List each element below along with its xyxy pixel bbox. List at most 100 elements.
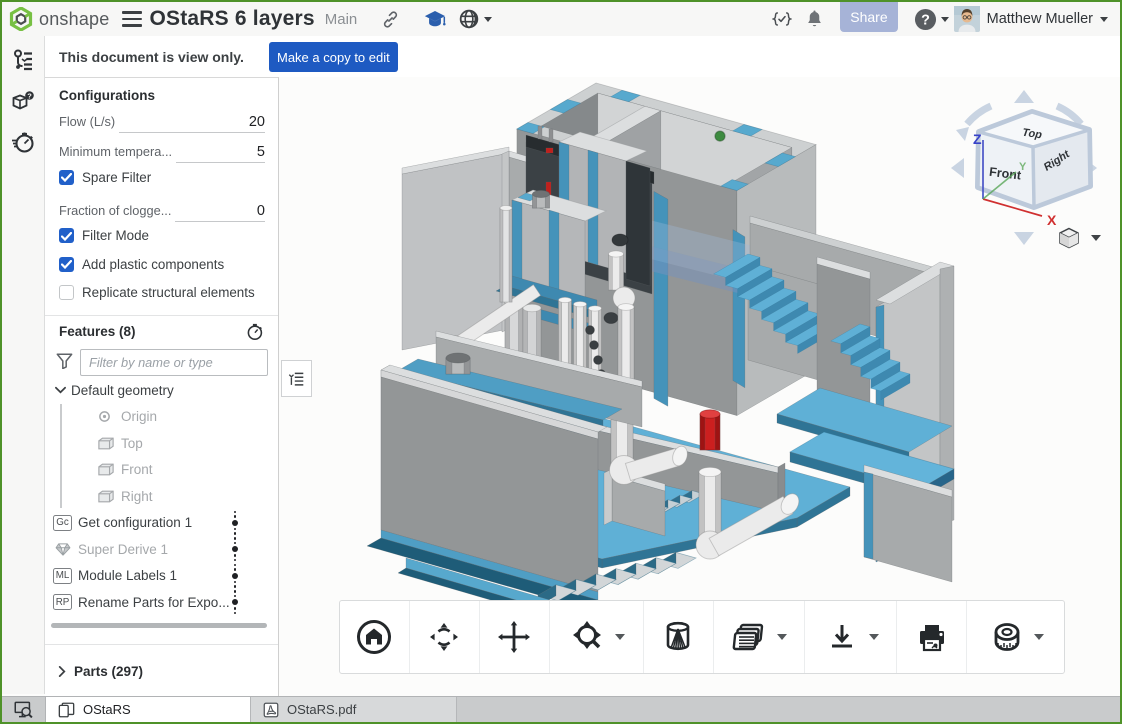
- checkbox-checked[interactable]: [59, 257, 74, 272]
- feature-dots-handle[interactable]: [232, 563, 238, 589]
- main-menu-icon[interactable]: [122, 11, 142, 27]
- tab-pdf[interactable]: OStaRS.pdf: [251, 697, 457, 722]
- feature-row[interactable]: ML Module Labels 1: [45, 563, 278, 590]
- display-mode-caret[interactable]: [1091, 235, 1101, 241]
- config-input-row: Minimum tempera...5: [45, 135, 278, 163]
- pdf-tab-icon: [263, 702, 279, 718]
- rail-where-used-button[interactable]: ?: [11, 77, 35, 118]
- display-mode-cube-icon: [1057, 226, 1081, 250]
- part-studio-tab-icon: [58, 702, 75, 718]
- tool-dropdown-caret[interactable]: [777, 634, 787, 640]
- rail-versions-button[interactable]: [11, 36, 35, 77]
- tab-part-studio[interactable]: OStaRS: [46, 697, 251, 722]
- tab-bar: OStaRS OStaRS.pdf: [2, 696, 1120, 722]
- home-icon: [354, 617, 394, 657]
- feature-dots-handle[interactable]: [232, 510, 238, 536]
- config-checkbox-label: Replicate structural elements: [82, 285, 255, 300]
- checkbox-checked[interactable]: [59, 228, 74, 243]
- tool-home[interactable]: [340, 601, 410, 673]
- config-input-value[interactable]: 20: [119, 114, 265, 133]
- config-checkbox-row[interactable]: Replicate structural elements: [45, 279, 278, 308]
- tool-measure[interactable]: [967, 601, 1064, 673]
- zoom-icon: [568, 617, 608, 657]
- tree-group-default-geometry[interactable]: Default geometry: [45, 377, 278, 404]
- feature-dots-handle[interactable]: [232, 589, 238, 615]
- workspace-name[interactable]: Main: [325, 11, 358, 28]
- tool-orbit[interactable]: [410, 601, 480, 673]
- config-input-row: Flow (L/s)20: [45, 105, 278, 133]
- config-checkbox-label: Add plastic components: [82, 257, 224, 272]
- tree-item[interactable]: Right: [45, 483, 278, 510]
- tool-dropdown-caret[interactable]: [1034, 634, 1044, 640]
- filter-funnel-button[interactable]: [56, 353, 73, 372]
- top-bar: onshape OStaRS 6 layers Main Share ? Mat…: [2, 2, 1120, 36]
- checkbox-checked[interactable]: [59, 170, 74, 185]
- user-menu-caret[interactable]: [1100, 17, 1108, 22]
- topbar-right-group: Share ? Matthew Mueller: [772, 2, 1120, 36]
- tool-print[interactable]: [897, 601, 967, 673]
- tree-twisty[interactable]: [55, 666, 68, 677]
- tree-item[interactable]: Top: [45, 430, 278, 457]
- feature-timer-icon: [245, 322, 264, 341]
- share-button[interactable]: Share: [840, 2, 897, 32]
- versions-history-icon: [11, 48, 35, 72]
- tool-named-views[interactable]: [714, 601, 806, 673]
- display-mode-button[interactable]: [1057, 224, 1117, 252]
- config-input-value[interactable]: 0: [175, 203, 265, 222]
- section-view-icon: [658, 617, 698, 657]
- feature-row[interactable]: Gc Get configuration 1: [45, 510, 278, 537]
- onshape-logo-text[interactable]: onshape: [39, 9, 109, 30]
- config-checkbox-row[interactable]: Filter Mode: [45, 222, 278, 251]
- measure-icon: [987, 617, 1027, 657]
- tool-export[interactable]: [805, 601, 897, 673]
- help-caret[interactable]: [941, 17, 949, 22]
- tool-dropdown-caret[interactable]: [615, 634, 625, 640]
- tool-zoom[interactable]: [550, 601, 644, 673]
- user-name[interactable]: Matthew Mueller: [987, 11, 1093, 27]
- export-icon: [822, 617, 862, 657]
- config-input-label: Flow (L/s): [59, 114, 115, 133]
- feature-list-toggle-button[interactable]: [281, 360, 312, 397]
- config-checkbox-label: Filter Mode: [82, 228, 149, 243]
- tool-dropdown-caret[interactable]: [869, 634, 879, 640]
- feature-row[interactable]: RP Rename Parts for Expo...: [45, 589, 278, 616]
- print-icon: [912, 617, 952, 657]
- orbit-icon: [424, 617, 464, 657]
- features-timer-button[interactable]: [245, 322, 264, 341]
- chevron-down-icon: [55, 386, 66, 394]
- feature-dots-handle[interactable]: [232, 536, 238, 562]
- config-checkbox-row[interactable]: Spare Filter: [45, 163, 278, 192]
- config-input-row: Fraction of clogge...0: [45, 194, 278, 222]
- horizontal-scrollbar[interactable]: [51, 623, 267, 628]
- tab-manager-button[interactable]: [2, 697, 46, 722]
- tool-section-view[interactable]: [644, 601, 714, 673]
- feature-icon-wrap: [53, 543, 72, 556]
- config-checkbox-row[interactable]: Add plastic components: [45, 250, 278, 279]
- tree-twisty[interactable]: [54, 386, 67, 394]
- globe-caret[interactable]: [484, 17, 492, 22]
- performance-icon: [11, 130, 35, 154]
- document-title[interactable]: OStaRS 6 layers: [149, 7, 314, 31]
- origin-icon: [98, 410, 111, 423]
- tool-pan[interactable]: [480, 601, 550, 673]
- feature-badge: Gc: [53, 515, 72, 531]
- plane-icon: [98, 463, 114, 476]
- checkbox-unchecked[interactable]: [59, 285, 74, 300]
- feature-badge: ML: [53, 568, 72, 584]
- rail-performance-button[interactable]: [11, 118, 35, 159]
- onshape-app-window: Top Front Right Z X Y onshape OStaRS 6 l…: [0, 0, 1122, 724]
- axis-y-label: Y: [1019, 161, 1027, 173]
- tree-item[interactable]: Origin: [45, 404, 278, 431]
- feature-filter-input[interactable]: [80, 349, 268, 376]
- left-icon-rail: ?: [2, 36, 45, 694]
- make-copy-button[interactable]: Make a copy to edit: [269, 42, 398, 72]
- svg-text:?: ?: [27, 91, 32, 100]
- svg-text:?: ?: [921, 12, 930, 28]
- onshape-logo-icon: [9, 7, 33, 31]
- config-input-label: Fraction of clogge...: [59, 203, 171, 222]
- plane-icon: [98, 490, 114, 503]
- parts-section-header[interactable]: Parts (297): [45, 657, 278, 687]
- feature-row[interactable]: Super Derive 1: [45, 536, 278, 563]
- tree-item[interactable]: Front: [45, 457, 278, 484]
- config-input-value[interactable]: 5: [176, 144, 265, 163]
